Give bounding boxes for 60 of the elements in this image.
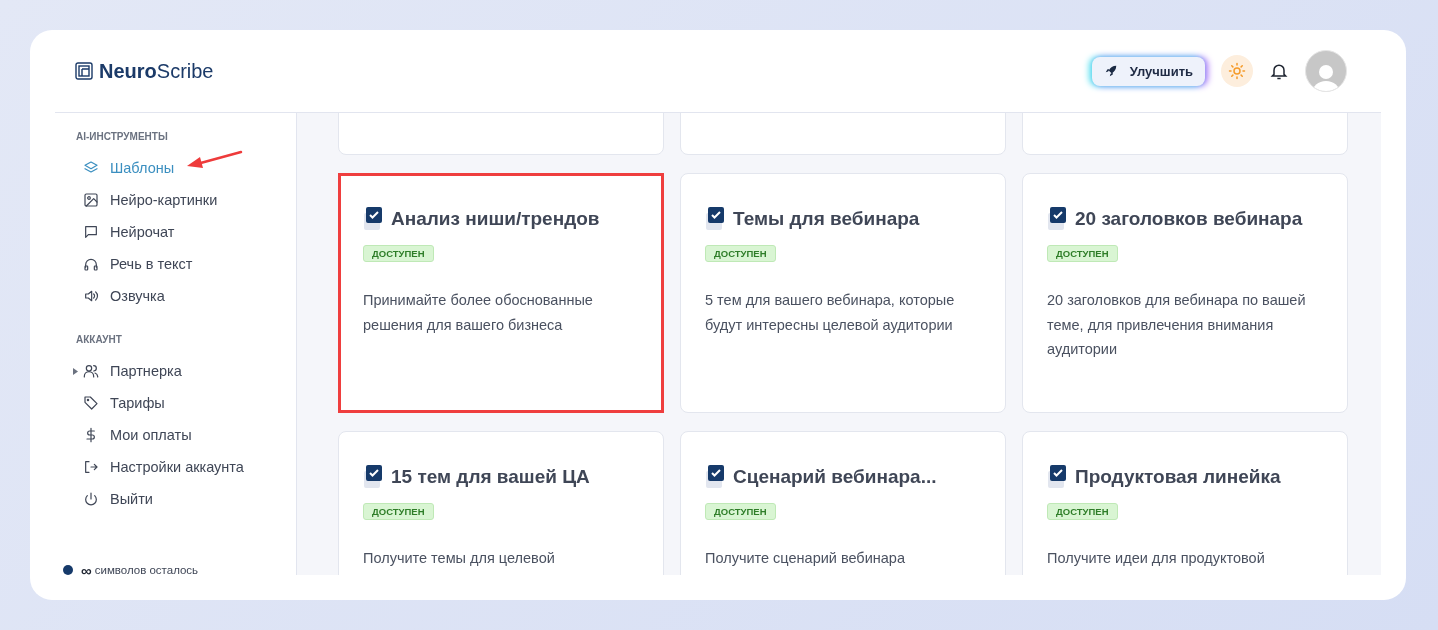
card-description: 20 заголовков для вебинара по вашей теме, для привлечения внимания аудитории [1047, 291, 1307, 359]
sidebar-item[interactable]: Выйти [55, 483, 296, 515]
status-badge: ДОСТУПЕН [705, 245, 776, 262]
template-card[interactable]: 15 тем для вашей ЦА ДОСТУПЕН Получите темы для целевой [338, 431, 664, 575]
card-description: Получите идеи для продуктовой [1047, 549, 1266, 568]
status-dot [63, 565, 73, 575]
headphones-icon [83, 256, 99, 272]
caret-icon[interactable] [73, 367, 78, 375]
image-icon [83, 192, 99, 208]
card-description: Получите темы для целевой [363, 549, 556, 568]
users-icon [83, 363, 99, 379]
sidebar-item[interactable]: Озвучка [55, 280, 296, 312]
infinity-symbol: ∞ [81, 561, 92, 579]
chat-bubble-icon [83, 224, 99, 240]
checkbox-note-icon [705, 465, 725, 489]
sidebar-item[interactable]: Настройки аккаунта [55, 451, 296, 483]
card-title: Сценарий вебинара... [733, 466, 937, 488]
status-badge: ДОСТУПЕН [705, 503, 776, 520]
rocket-icon [1103, 64, 1118, 78]
card-title: 20 заголовков вебинара [1075, 208, 1303, 230]
logo-icon [75, 62, 93, 80]
sidebar-item[interactable]: Партнерка [55, 355, 296, 387]
card-title: Анализ ниши/трендов [391, 208, 600, 230]
sidebar-item[interactable]: Речь в текст [55, 248, 296, 280]
checkbox-note-icon [363, 465, 383, 489]
checkbox-note-icon [363, 207, 383, 231]
sun-icon [1228, 62, 1246, 80]
power-icon [83, 491, 99, 507]
card-description: 5 тем для вашего вебинара, которые будут интересны целевой аудитории [705, 291, 956, 335]
card-description: Получите сценарий вебинара [705, 549, 906, 568]
exit-icon [83, 459, 99, 475]
card-title: 15 тем для вашей ЦА [391, 466, 590, 488]
status-badge: ДОСТУПЕН [363, 503, 434, 520]
template-card[interactable]: Анализ ниши/трендов ДОСТУПЕН Принимайте более обоснованные решения для вашего бизнеса [338, 173, 664, 413]
tag-icon [83, 395, 99, 411]
sidebar-item[interactable]: Мои оплаты [55, 419, 296, 451]
status-badge: ДОСТУПЕН [1047, 503, 1118, 520]
upgrade-button[interactable]: Улучшить [1091, 56, 1205, 86]
template-card[interactable]: Темы для вебинара ДОСТУПЕН 5 тем для вашего вебинара, которые будут интересны целевой аудитории [680, 173, 1006, 413]
status-badge: ДОСТУПЕН [1047, 245, 1118, 262]
section-title: AI-ИНСТРУМЕНТЫ [75, 131, 169, 142]
card-title: Темы для вебинара [733, 208, 920, 230]
template-card[interactable]: 20 заголовков вебинара ДОСТУПЕН 20 заголовков для вебинара по вашей теме, для привлечения внимания аудитории [1022, 173, 1348, 413]
sidebar-item[interactable]: Тарифы [55, 387, 296, 419]
status-badge: ДОСТУПЕН [363, 245, 434, 262]
sidebar-item[interactable]: Нейро-картинки [55, 184, 296, 216]
checkbox-note-icon [1047, 207, 1067, 231]
logo-text[interactable]: NeuroScribe [99, 59, 214, 83]
theme-toggle[interactable] [1221, 55, 1253, 87]
speaker-icon [83, 288, 99, 304]
checkbox-note-icon [1047, 465, 1067, 489]
symbols-left-text: символов осталось [94, 564, 199, 576]
checkbox-note-icon [705, 207, 725, 231]
sidebar-item[interactable]: Нейрочат [55, 216, 296, 248]
card-title: Продуктовая линейка [1075, 466, 1281, 488]
sidebar-item[interactable]: Шаблоны [55, 152, 296, 184]
template-card[interactable]: Сценарий вебинара... ДОСТУПЕН Получите сценарий вебинара [680, 431, 1006, 575]
card-description: Принимайте более обоснованные решения для вашего бизнеса [363, 291, 594, 335]
template-card[interactable]: Продуктовая линейка ДОСТУПЕН Получите идеи для продуктовой [1022, 431, 1348, 575]
section-title: АККАУНТ [75, 334, 123, 345]
